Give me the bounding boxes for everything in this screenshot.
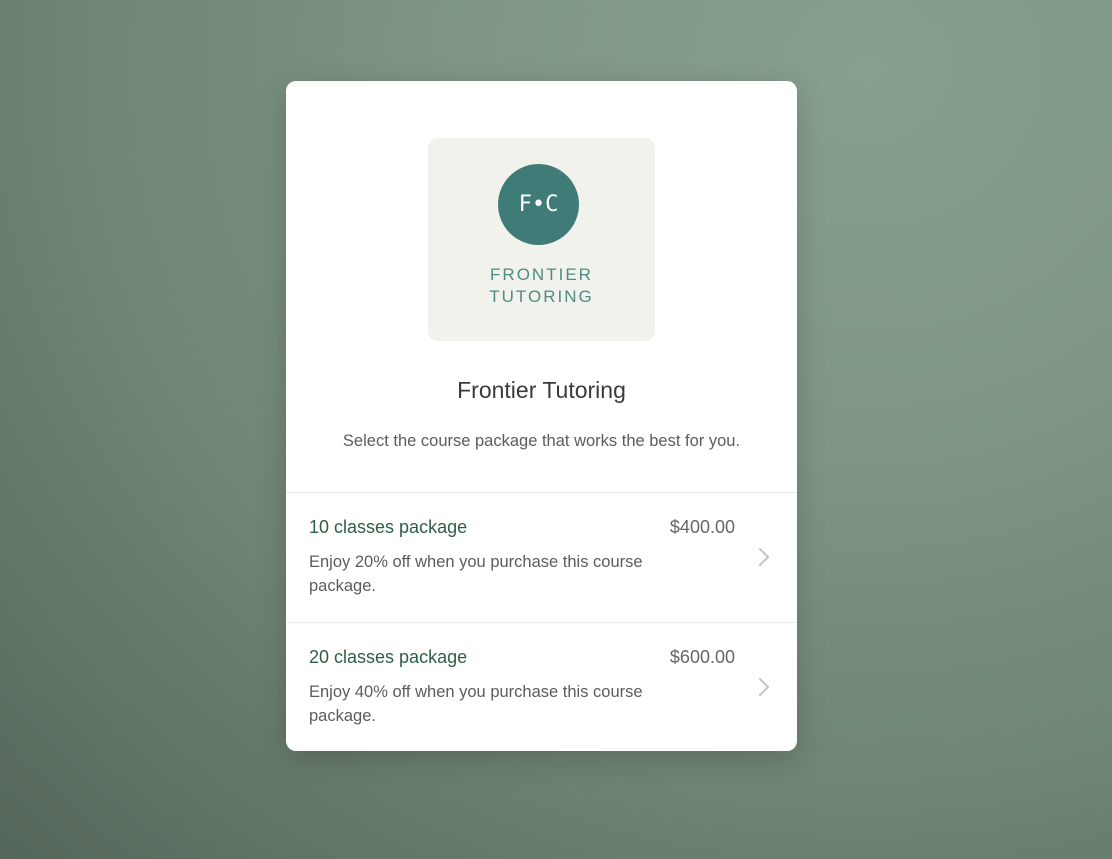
chevron-right-icon	[759, 678, 769, 696]
package-description: Enjoy 20% off when you purchase this cou…	[309, 553, 643, 595]
package-name: 20 classes package	[309, 647, 468, 667]
package-option-10-classes[interactable]: 10 classes package $400.00 Enjoy 20% off…	[286, 492, 797, 622]
logo-line-1: FRONTIER	[490, 265, 593, 284]
package-option-20-classes[interactable]: 20 classes package $600.00 Enjoy 40% off…	[286, 622, 797, 751]
logo-line-2: TUTORING	[489, 287, 594, 306]
package-description: Enjoy 40% off when you purchase this cou…	[309, 683, 643, 725]
page-title: Frontier Tutoring	[457, 377, 626, 403]
booking-card: F•C FRONTIER TUTORING Frontier Tutoring …	[286, 81, 797, 751]
logo: F•C FRONTIER TUTORING	[428, 138, 655, 341]
package-name: 10 classes package	[309, 517, 468, 537]
chevron-right-icon	[759, 548, 769, 566]
logo-wordmark: FRONTIER TUTORING	[428, 264, 655, 308]
logo-monogram: F•C	[498, 164, 579, 245]
package-price: $600.00	[669, 647, 735, 667]
package-price: $400.00	[669, 517, 735, 537]
page-subtitle: Select the course package that works the…	[342, 432, 741, 450]
